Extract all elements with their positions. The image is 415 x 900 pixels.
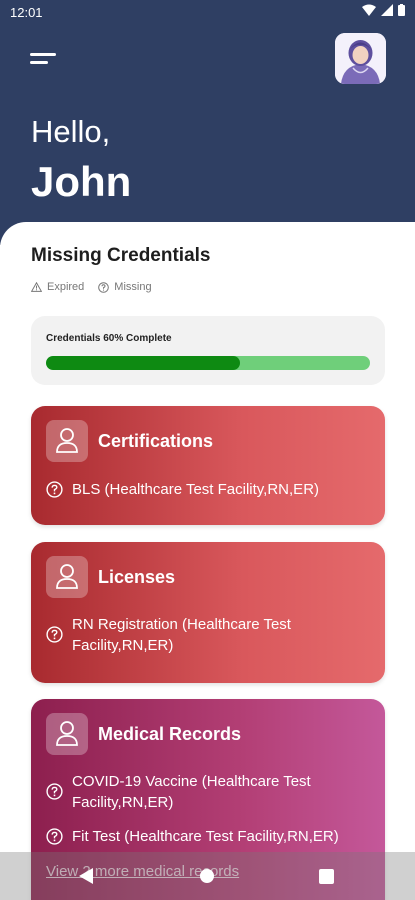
medical-records-title: Medical Records — [98, 724, 242, 744]
certifications-title: Certifications — [98, 431, 214, 451]
legend-expired: Expired — [31, 281, 84, 293]
credential-item[interactable]: Fit Test (Healthcare Test Facility,RN,ER… — [46, 826, 362, 847]
licenses-title: Licenses — [98, 567, 176, 587]
user-name: John — [31, 158, 132, 205]
person-icon — [46, 556, 88, 598]
credential-item[interactable]: BLS (Healthcare Test Facility,RN,ER) — [46, 479, 362, 500]
avatar[interactable] — [335, 33, 386, 84]
progress-card: Credentials 60% Complete — [31, 316, 385, 385]
system-nav-bar — [0, 852, 415, 900]
certifications-card[interactable]: Certifications BLS (Healthcare Test Faci… — [31, 406, 385, 525]
credential-item[interactable]: RN Registration (Healthcare Test Facilit… — [46, 614, 362, 656]
credential-label: RN Registration (Healthcare Test Facilit… — [72, 616, 291, 654]
battery-icon — [398, 4, 405, 16]
person-icon — [46, 713, 88, 755]
progress-bar — [46, 356, 370, 370]
signal-icon — [381, 4, 393, 16]
question-circle-icon — [46, 481, 63, 498]
status-bar: 12:01 — [0, 0, 415, 26]
question-circle-icon — [46, 783, 63, 800]
person-icon — [46, 420, 88, 462]
licenses-card[interactable]: Licenses RN Registration (Healthcare Tes… — [31, 542, 385, 683]
legend-missing: Missing — [98, 281, 152, 293]
question-circle-icon — [98, 281, 110, 293]
back-icon[interactable] — [78, 867, 94, 885]
legend-missing-label: Missing — [114, 281, 152, 293]
status-icons — [362, 4, 405, 16]
legend: Expired Missing — [31, 281, 152, 293]
credential-label: COVID-19 Vaccine (Healthcare Test Facili… — [72, 773, 311, 811]
greeting: Hello, — [31, 114, 111, 149]
home-icon[interactable] — [200, 869, 214, 883]
progress-fill — [46, 356, 241, 370]
credential-label: BLS (Healthcare Test Facility,RN,ER) — [72, 481, 320, 498]
status-time: 12:01 — [10, 5, 43, 20]
question-circle-icon — [46, 626, 63, 643]
credential-item[interactable]: COVID-19 Vaccine (Healthcare Test Facili… — [46, 771, 362, 813]
wifi-icon — [362, 4, 376, 16]
legend-expired-label: Expired — [47, 281, 85, 293]
question-circle-icon — [46, 828, 63, 845]
warning-triangle-icon — [31, 282, 42, 292]
credential-label: Fit Test (Healthcare Test Facility,RN,ER… — [72, 828, 339, 845]
recents-icon[interactable] — [319, 869, 334, 884]
progress-label: Credentials 60% Complete — [46, 333, 172, 344]
header: 12:01 Hello, John — [0, 0, 415, 245]
hamburger-menu-icon[interactable] — [30, 50, 58, 68]
section-title: Missing Credentials — [31, 245, 211, 266]
nurse-avatar-icon — [335, 33, 386, 84]
